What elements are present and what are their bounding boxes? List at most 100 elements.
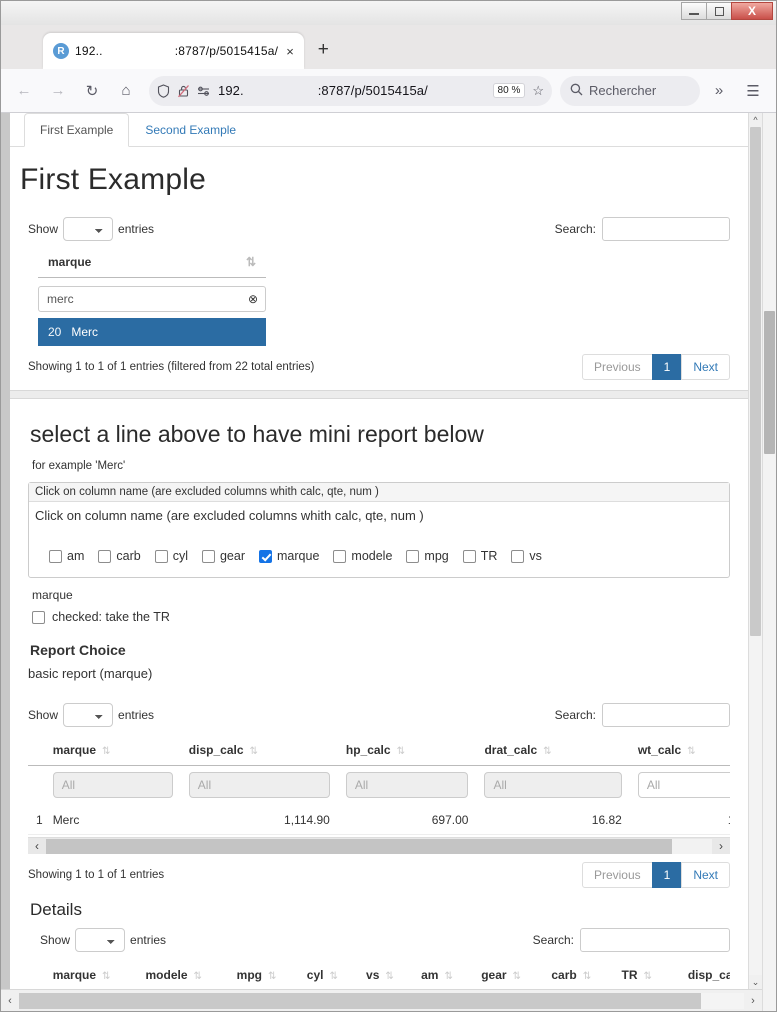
page-length-select[interactable] [63,217,114,241]
pager-next[interactable]: Next [681,354,730,380]
filter-hp-calc[interactable]: All [345,772,469,798]
col-marque[interactable]: marque ⇅ [44,737,181,766]
checkbox-gear[interactable]: gear [201,549,245,563]
close-button[interactable]: X [731,2,773,20]
tab-second-example[interactable]: Second Example [129,113,252,147]
col-hp-calc[interactable]: hp_calc ⇅ [337,737,477,766]
search-input[interactable] [580,928,730,952]
sort-icon[interactable]: ⇅ [102,971,110,982]
pager-page-1[interactable]: 1 [651,354,683,380]
filter-wt-calc[interactable]: All [637,772,730,798]
sort-icon[interactable]: ⇅ [444,971,452,982]
sort-icon[interactable]: ⇅ [194,971,202,982]
forward-icon[interactable]: → [43,76,73,106]
pager-page-1[interactable]: 1 [651,862,683,888]
sort-icon[interactable]: ⇅ [102,746,110,757]
checkbox-box[interactable] [32,610,45,624]
col-gear[interactable]: gear ⇅ [473,962,544,989]
app-menu-icon[interactable]: ☰ [738,76,768,106]
col-tr[interactable]: TR ⇅ [613,962,680,989]
scroll-track[interactable] [19,992,744,1009]
col-am[interactable]: am ⇅ [413,962,474,989]
col-wt-calc[interactable]: wt_calc ⇅ [629,737,730,766]
sort-icon[interactable]: ⇅ [644,971,652,982]
take-tr-checkbox[interactable]: checked: take the TR [32,610,730,624]
checkbox-box[interactable] [201,549,215,563]
tab-first-example[interactable]: First Example [24,113,130,147]
col-disp-calc[interactable]: disp_calc⇅ [679,962,730,989]
scroll-thumb[interactable] [46,838,673,854]
checkbox-tr[interactable]: TR [462,549,497,563]
checkbox-modele[interactable]: modele [333,549,392,563]
sort-icon[interactable]: ⇅ [397,746,405,757]
checkbox-box[interactable] [462,549,476,563]
scroll-thumb[interactable] [19,992,701,1009]
sort-icon[interactable]: ⇅ [513,971,521,982]
overflow-icon[interactable]: » [704,76,734,106]
browser-tab[interactable]: R 192..:8787/p/5015415a/ × [43,33,304,69]
scroll-left-icon[interactable]: ‹ [1,995,19,1007]
col-modele[interactable]: modele ⇅ [137,962,229,989]
checkbox-vs[interactable]: vs [511,549,542,563]
back-icon[interactable]: ← [9,76,39,106]
col-cyl[interactable]: cyl ⇅ [298,962,359,989]
inner-vertical-scrollbar[interactable]: ^ ⌄ [748,113,762,989]
minimize-button[interactable] [681,2,707,20]
page-length-select[interactable] [63,703,114,727]
col-marque[interactable]: marque ⇅ [44,962,138,989]
checkbox-cyl[interactable]: cyl [154,549,188,563]
checkbox-am[interactable]: am [49,549,84,563]
sort-icon[interactable]: ⇅ [583,971,591,982]
pager-previous[interactable]: Previous [581,354,653,380]
scroll-up-icon[interactable]: ^ [753,113,757,127]
checkbox-box[interactable] [154,549,168,563]
scroll-track[interactable] [46,838,712,854]
search-input[interactable] [602,703,730,727]
filter-disp-calc[interactable]: All [188,772,330,798]
scroll-thumb[interactable] [750,127,761,636]
checkbox-mpg[interactable]: mpg [406,549,449,563]
sort-icon[interactable]: ⇅ [329,971,337,982]
checkbox-box[interactable] [98,549,112,563]
col-mpg[interactable]: mpg ⇅ [228,962,299,989]
close-tab-icon[interactable]: × [284,44,296,59]
search-input[interactable] [602,217,730,241]
col-carb[interactable]: carb ⇅ [543,962,614,989]
marque-filter-input[interactable] [38,286,266,312]
lock-broken-icon[interactable] [177,84,190,98]
scroll-left-icon[interactable]: ‹ [28,839,46,853]
checkbox-carb[interactable]: carb [98,549,141,563]
page-horizontal-scrollbar[interactable]: ‹ › [1,989,762,1011]
scroll-track[interactable] [749,127,762,975]
filter-drat-calc[interactable]: All [484,772,622,798]
checkbox-box[interactable] [49,549,62,563]
report-choice-select[interactable]: basic report (marque) [28,666,152,681]
clear-filter-icon[interactable]: ⊗ [248,292,258,306]
page-length-select[interactable] [75,928,126,952]
report-table-hscrollbar[interactable]: ‹ › [28,837,730,854]
restore-button[interactable] [706,2,732,20]
scroll-right-icon[interactable]: › [744,995,762,1007]
sort-icon[interactable]: ⇅ [687,746,695,757]
url-text[interactable]: 192.:8787/p/5015415a/ [218,83,486,98]
shield-icon[interactable] [157,83,170,98]
home-icon[interactable]: ⌂ [111,76,141,106]
sort-icon[interactable]: ⇅ [250,746,258,757]
url-bar[interactable]: 192.:8787/p/5015415a/ 80 % ☆ [149,75,552,106]
search-bar[interactable]: Rechercher [560,75,700,106]
scroll-down-icon[interactable]: ⌄ [752,975,760,989]
pager-next[interactable]: Next [681,862,730,888]
pager-previous[interactable]: Previous [581,862,653,888]
bookmark-star-icon[interactable]: ☆ [532,83,544,99]
sort-icon[interactable]: ⇅ [268,971,276,982]
sort-icon[interactable]: ⇅ [385,971,393,982]
scroll-thumb[interactable] [764,310,775,455]
picker-header[interactable]: marque ⇅ [38,251,266,278]
sort-icon[interactable]: ⇅ [246,255,256,269]
selected-row[interactable]: 20 Merc [38,318,266,346]
filter-marque[interactable]: All [52,772,173,798]
scroll-right-icon[interactable]: › [712,839,730,853]
reload-icon[interactable]: ↻ [77,76,107,106]
checkbox-marque[interactable]: marque [259,549,319,563]
checkbox-box[interactable] [511,549,525,563]
